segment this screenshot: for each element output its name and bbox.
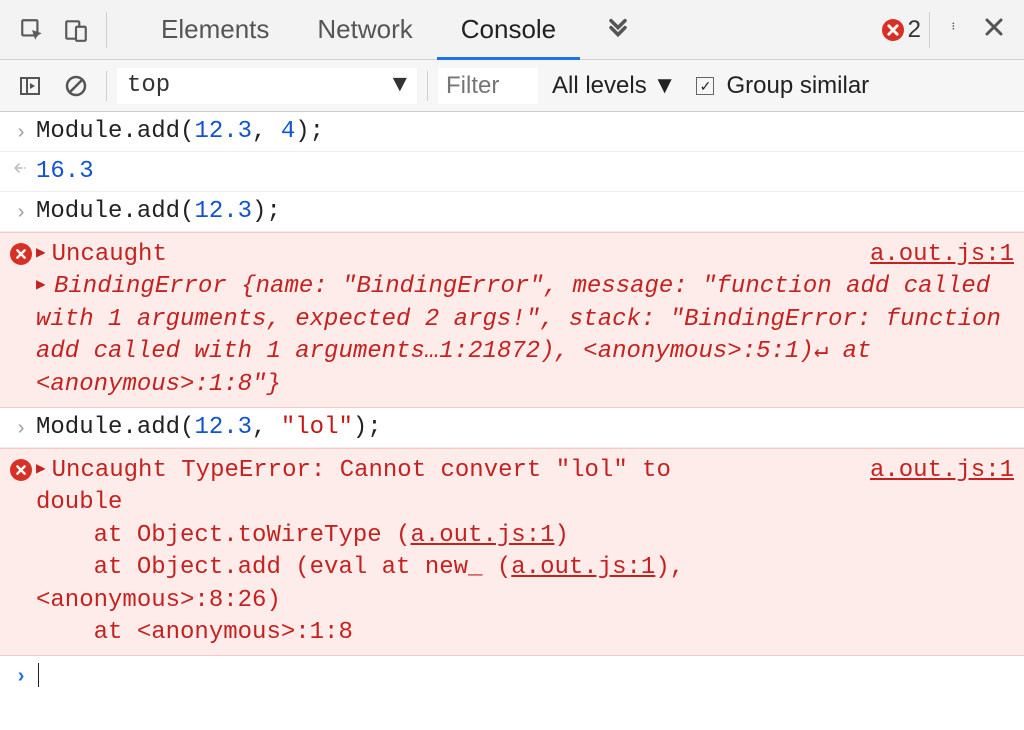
code-text: ); bbox=[353, 414, 382, 441]
error-source-link[interactable]: a.out.js:1 bbox=[870, 455, 1014, 487]
kebab-menu-icon[interactable] bbox=[938, 13, 974, 46]
error-count-indicator[interactable]: 2 bbox=[882, 16, 921, 44]
tab-console[interactable]: Console bbox=[437, 0, 580, 59]
return-value[interactable]: 16.3 bbox=[36, 158, 1014, 185]
close-devtools-icon[interactable] bbox=[974, 15, 1014, 44]
code-text: , bbox=[252, 414, 281, 441]
stack-line: at Object.add (eval at new_ (a.out.js:1)… bbox=[36, 552, 1014, 584]
context-value: top bbox=[127, 72, 170, 99]
code-number: 12.3 bbox=[194, 198, 252, 225]
console-error-row: ▶ Uncaught TypeError: Cannot convert "lol… bbox=[0, 448, 1024, 656]
code-text: Module.add( bbox=[36, 198, 194, 225]
error-content[interactable]: ▶Uncaught a.out.js:1 ▶BindingError {name… bbox=[36, 239, 1014, 401]
expand-triangle-icon[interactable]: ▶ bbox=[36, 459, 46, 481]
input-chevron-icon: › bbox=[6, 198, 36, 225]
dropdown-icon: ▼ bbox=[653, 72, 677, 100]
subbar-divider bbox=[106, 71, 107, 101]
error-line: double bbox=[36, 487, 1014, 519]
stack-source-link[interactable]: a.out.js:1 bbox=[511, 554, 655, 581]
code-text: ); bbox=[295, 118, 324, 145]
stack-text: ), bbox=[655, 554, 684, 581]
tab-network[interactable]: Network bbox=[293, 0, 436, 59]
stack-line: at <anonymous>:1:8 bbox=[36, 617, 1014, 649]
levels-label: All levels bbox=[552, 72, 647, 100]
stack-text: ) bbox=[555, 522, 569, 549]
code-string: "lol" bbox=[281, 414, 353, 441]
console-output: › Module.add(12.3, 4); 16.3 › Module.add… bbox=[0, 112, 1024, 695]
stack-source-link[interactable]: a.out.js:1 bbox=[410, 522, 554, 549]
console-input-row: › Module.add(12.3, 4); bbox=[0, 112, 1024, 152]
clear-console-icon[interactable] bbox=[56, 66, 96, 106]
console-filter-input[interactable] bbox=[438, 68, 538, 104]
stack-line: at Object.toWireType (a.out.js:1) bbox=[36, 520, 1014, 552]
console-sidebar-toggle-icon[interactable] bbox=[10, 66, 50, 106]
code-number: 12.3 bbox=[194, 118, 252, 145]
code-text: Module.add( bbox=[36, 414, 194, 441]
group-similar-label: Group similar bbox=[726, 72, 869, 100]
input-chevron-icon: › bbox=[6, 118, 36, 145]
code-text: Module.add( bbox=[36, 118, 194, 145]
panel-tabs: Elements Network Console bbox=[137, 0, 580, 59]
inspect-element-icon[interactable] bbox=[10, 8, 54, 52]
code-text: ); bbox=[252, 198, 281, 225]
error-badge-icon bbox=[882, 19, 904, 41]
group-similar-checkbox[interactable]: ✓ bbox=[696, 77, 714, 95]
console-error-row: ▶Uncaught a.out.js:1 ▶BindingError {name… bbox=[0, 232, 1024, 408]
console-prompt-row[interactable]: › bbox=[0, 656, 1024, 695]
error-headline: Uncaught TypeError: Cannot convert "lol"… bbox=[52, 457, 671, 484]
devtools-main-toolbar: Elements Network Console 2 bbox=[0, 0, 1024, 60]
expand-triangle-icon[interactable]: ▶ bbox=[36, 275, 54, 297]
prompt-chevron-icon: › bbox=[6, 662, 36, 689]
console-input-row: › Module.add(12.3); bbox=[0, 192, 1024, 232]
error-headline: Uncaught bbox=[52, 241, 167, 268]
error-count-value: 2 bbox=[908, 16, 921, 44]
subbar-divider bbox=[427, 71, 428, 101]
error-icon bbox=[6, 239, 36, 265]
console-prompt-input[interactable] bbox=[36, 662, 1014, 689]
stack-text: at Object.add (eval at new_ ( bbox=[36, 554, 511, 581]
error-icon bbox=[6, 455, 36, 481]
toolbar-divider bbox=[929, 12, 930, 48]
execution-context-selector[interactable]: top ▼ bbox=[117, 68, 417, 104]
code-number: 4 bbox=[281, 118, 295, 145]
code-text: , bbox=[252, 118, 281, 145]
console-return-row: 16.3 bbox=[0, 152, 1024, 192]
console-code[interactable]: Module.add(12.3, "lol"); bbox=[36, 414, 1014, 441]
stack-line: <anonymous>:8:26) bbox=[36, 585, 1014, 617]
toolbar-divider bbox=[106, 12, 107, 48]
console-subtoolbar: top ▼ All levels ▼ ✓ Group similar bbox=[0, 60, 1024, 112]
stack-text: at Object.toWireType ( bbox=[36, 522, 410, 549]
console-code[interactable]: Module.add(12.3); bbox=[36, 198, 1014, 225]
tabs-overflow-icon[interactable] bbox=[596, 0, 640, 59]
text-caret bbox=[38, 663, 39, 687]
code-number: 12.3 bbox=[194, 414, 252, 441]
error-object-summary: BindingError {name: "BindingError", mess… bbox=[36, 273, 1001, 397]
console-input-row: › Module.add(12.3, "lol"); bbox=[0, 408, 1024, 448]
error-source-link[interactable]: a.out.js:1 bbox=[870, 239, 1014, 271]
dropdown-icon: ▼ bbox=[393, 72, 407, 99]
error-content[interactable]: ▶ Uncaught TypeError: Cannot convert "lol… bbox=[36, 455, 1014, 649]
log-levels-selector[interactable]: All levels ▼ bbox=[552, 72, 676, 100]
input-chevron-icon: › bbox=[6, 414, 36, 441]
device-toggle-icon[interactable] bbox=[54, 8, 98, 52]
return-arrow-icon bbox=[6, 158, 36, 180]
console-code[interactable]: Module.add(12.3, 4); bbox=[36, 118, 1014, 145]
tab-elements[interactable]: Elements bbox=[137, 0, 293, 59]
expand-triangle-icon[interactable]: ▶ bbox=[36, 243, 46, 265]
